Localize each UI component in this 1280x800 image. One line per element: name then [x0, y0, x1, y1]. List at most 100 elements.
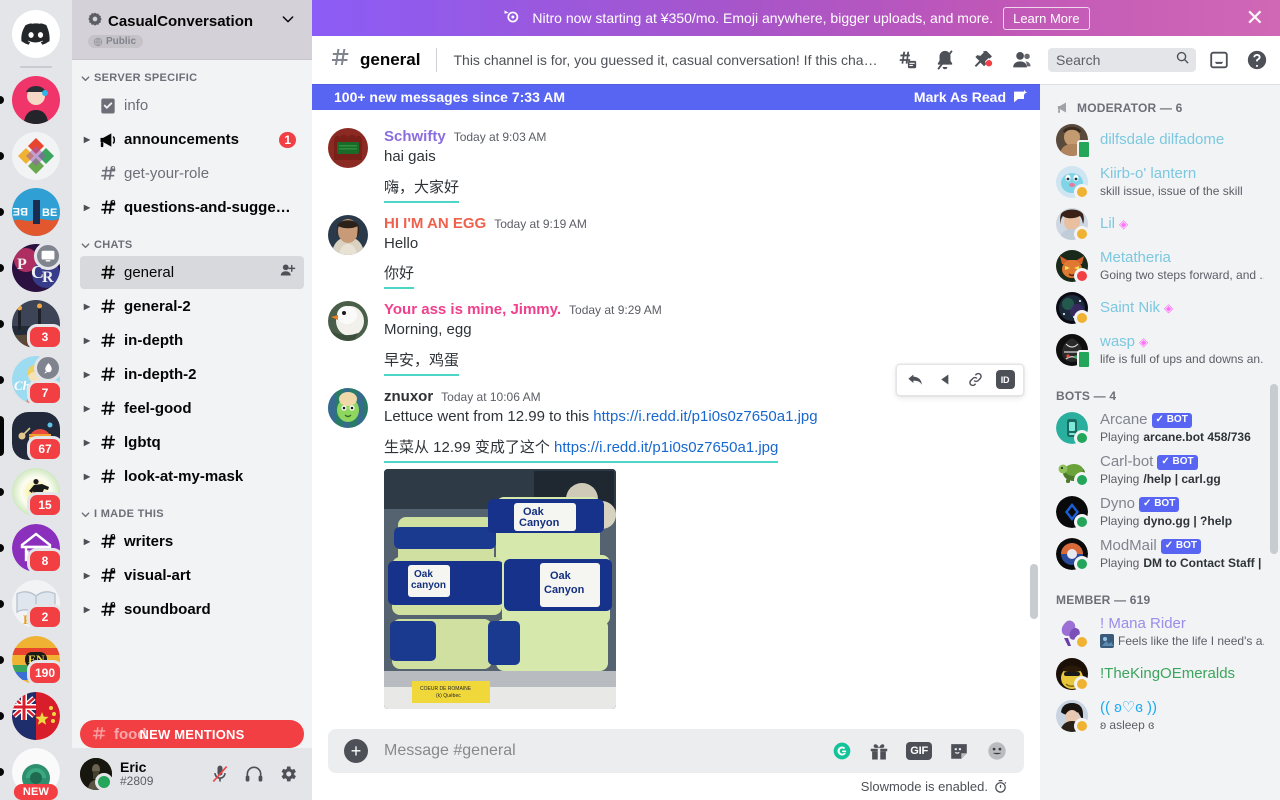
member-list-item[interactable]: Dyno ✓ BOT Playing dyno.gg | ?help	[1048, 491, 1272, 533]
sidebar-channel-visual-art[interactable]: ▶ visual-art	[80, 559, 304, 592]
channel-category-chats[interactable]: CHATS	[72, 225, 312, 255]
member-list-item[interactable]: (( ʚ♡ɞ )) ʚ asleep ɞ	[1048, 695, 1272, 737]
emoji-icon[interactable]	[986, 740, 1008, 762]
sticker-icon[interactable]	[948, 740, 970, 762]
avatar[interactable]	[328, 387, 368, 428]
sidebar-channel-announcements[interactable]: ▶ announcements 1	[80, 123, 304, 156]
server-icon-benzene-server[interactable]: BE BE	[0, 188, 60, 236]
close-icon[interactable]: ✕	[1246, 7, 1264, 29]
server-icon-chillbar-server[interactable]: Chillbar7	[0, 354, 63, 406]
sidebar-channel-in-depth[interactable]: ▶ in-depth	[80, 324, 304, 357]
server-icon-gremlin-server[interactable]	[0, 76, 60, 124]
member-list-item[interactable]: Lil ◈	[1048, 203, 1272, 245]
server-icon-pride-server[interactable]: 67	[0, 412, 63, 462]
gear-icon[interactable]	[272, 758, 304, 790]
server-active-pill	[0, 416, 4, 456]
sidebar-channel-questions-and-sugges[interactable]: ▶ questions-and-sugges...	[80, 191, 304, 224]
channel-category-i-made-this[interactable]: I MADE THIS	[72, 494, 312, 524]
search-box[interactable]	[1048, 48, 1196, 72]
help-icon[interactable]	[1242, 45, 1272, 75]
channel-unread-arrow: ▶	[83, 302, 91, 311]
threads-icon[interactable]	[892, 45, 922, 75]
new-messages-bar[interactable]: 100+ new messages since 7:33 AM Mark As …	[312, 84, 1040, 110]
server-icon-new-server[interactable]: NEW	[0, 748, 60, 800]
member-list-item[interactable]: !TheKingOEmeralds	[1048, 653, 1272, 695]
member-group-label: MODERATOR — 6	[1077, 100, 1183, 115]
message-author[interactable]: znuxor	[384, 388, 433, 405]
add-attachment-icon[interactable]: +	[344, 739, 368, 763]
chat-scrollbar[interactable]	[1030, 564, 1038, 619]
sidebar-channel-soundboard[interactable]: ▶ soundboard	[80, 593, 304, 626]
server-icon-night-street-server[interactable]: 3	[0, 300, 63, 350]
inbox-icon[interactable]	[1204, 45, 1234, 75]
sidebar-channel-general[interactable]: general	[80, 256, 304, 289]
member-list-item[interactable]: Arcane ✓ BOT Playing arcane.bot 458/736	[1048, 407, 1272, 449]
bell-muted-icon[interactable]	[930, 45, 960, 75]
mic-muted-icon[interactable]	[204, 758, 236, 790]
sidebar-channel-in-depth-2[interactable]: ▶ in-depth-2	[80, 358, 304, 391]
avatar[interactable]	[328, 128, 368, 168]
link-icon[interactable]	[961, 366, 989, 394]
guild-header[interactable]: CasualConversation Public	[72, 0, 312, 60]
sidebar-channel-look-at-my-mask[interactable]: ▶ look-at-my-mask	[80, 460, 304, 493]
svg-text:(k) Québec: (k) Québec	[436, 693, 461, 699]
member-list-item[interactable]: wasp ◈ life is full of ups and downs an...	[1048, 329, 1272, 371]
status-indicator-idle	[1074, 226, 1090, 242]
sidebar-channel-get-your-role[interactable]: get-your-role	[80, 157, 304, 190]
headphones-icon[interactable]	[238, 758, 270, 790]
avatar[interactable]	[80, 758, 113, 791]
message-author[interactable]: Your ass is mine, Jimmy.	[384, 301, 561, 318]
server-icon-ieh-server[interactable]: IEH8	[0, 524, 63, 574]
member-list-item[interactable]: Metatheria Going two steps forward, and .…	[1048, 245, 1272, 287]
reply-icon[interactable]	[901, 366, 929, 394]
server-icon-py-book-server[interactable]: PY2	[0, 580, 63, 630]
home-button[interactable]	[12, 10, 60, 58]
react-icon[interactable]	[931, 366, 959, 394]
avatar[interactable]	[328, 214, 368, 255]
message-link[interactable]: https://i.redd.it/p1i0s0z7650a1.jpg	[593, 408, 817, 425]
channel-name: general	[124, 264, 175, 281]
member-list-item[interactable]: ModMail ✓ BOT Playing DM to Contact Staff …	[1048, 533, 1272, 575]
members-icon[interactable]	[1006, 45, 1036, 75]
message-composer[interactable]: + GIF	[328, 729, 1024, 773]
chevron-down-icon[interactable]	[280, 11, 296, 32]
message-author[interactable]: HI I'M AN EGG	[384, 215, 486, 232]
slowmode-label: Slowmode is enabled.	[860, 779, 988, 794]
gif-button[interactable]: GIF	[906, 742, 932, 760]
copy-id-icon[interactable]: ID	[991, 366, 1019, 394]
server-icon-runner-server[interactable]: 15	[0, 468, 63, 518]
translation-link[interactable]: https://i.redd.it/p1i0s0z7650a1.jpg	[554, 439, 778, 456]
gift-icon[interactable]	[868, 740, 890, 762]
message-input[interactable]	[384, 731, 833, 771]
message-author[interactable]: Schwifty	[384, 128, 446, 145]
member-list-item[interactable]: Saint Nik ◈	[1048, 287, 1272, 329]
channel-list[interactable]: SERVER SPECIFIC info ▶ announcements 1 get-yo…	[72, 60, 312, 748]
sidebar-channel-writers[interactable]: ▶ writers	[80, 525, 304, 558]
sidebar-channel-info[interactable]: info	[80, 89, 304, 122]
server-icon-pcr-server[interactable]: PCR	[0, 242, 62, 292]
learn-more-button[interactable]: Learn More	[1003, 6, 1090, 30]
create-invite-icon[interactable]	[279, 262, 296, 283]
sidebar-channel-general-2[interactable]: ▶ general-2	[80, 290, 304, 323]
sidebar-channel-feel-good[interactable]: ▶ feel-good	[80, 392, 304, 425]
sidebar-channel-lgbtq[interactable]: ▶ lgbtq	[80, 426, 304, 459]
channel-category-server-specific[interactable]: SERVER SPECIFIC	[72, 72, 312, 88]
avatar[interactable]	[328, 301, 368, 342]
user-identity[interactable]: Eric #2809	[120, 759, 196, 789]
member-list-item[interactable]: dilfsdale dilfadome	[1048, 119, 1272, 161]
member-list-item[interactable]: Kiirb-o' lantern skill issue, issue of th…	[1048, 161, 1272, 203]
pin-icon[interactable]	[968, 45, 998, 75]
search-input[interactable]	[1056, 52, 1171, 68]
member-list-item[interactable]: ! Mana Rider Feels like the life I need's…	[1048, 611, 1272, 653]
server-icon-uk-cn-flag-server[interactable]	[0, 692, 60, 740]
member-list-scrollbar[interactable]	[1270, 384, 1278, 554]
grammarly-icon[interactable]	[832, 741, 852, 761]
mark-as-read-button[interactable]: Mark As Read	[914, 89, 1028, 105]
member-list-item[interactable]: Carl-bot ✓ BOT Playing /help | carl.gg	[1048, 449, 1272, 491]
new-mentions-banner[interactable]: NEW MENTIONS	[80, 720, 304, 748]
channel-topic[interactable]: This channel is for, you guessed it, cas…	[453, 52, 884, 68]
server-icon-kde-server[interactable]	[0, 132, 60, 180]
member-text: Arcane ✓ BOT Playing arcane.bot 458/736	[1100, 411, 1264, 444]
server-icon-en-server[interactable]: EN 190	[0, 636, 63, 686]
message-image-attachment[interactable]: Oak Canyon Oak canyon Oak Canyon COEUR DE ROMA…	[384, 468, 616, 709]
